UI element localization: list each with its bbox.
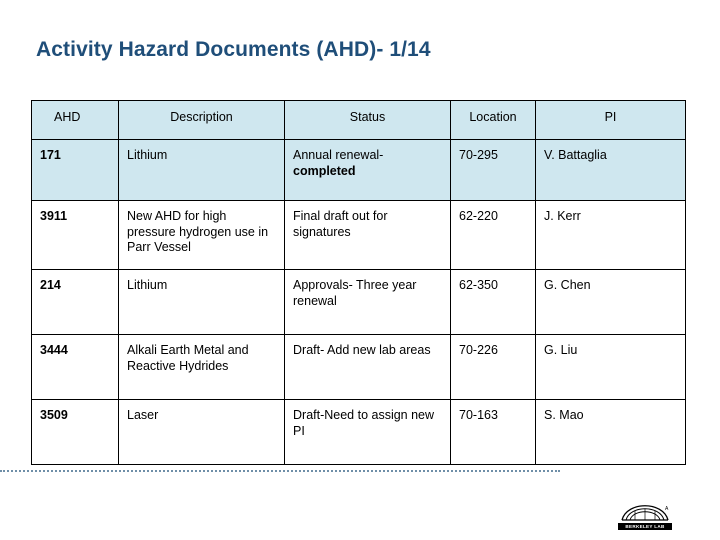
- cell-pi: G. Liu: [535, 334, 686, 400]
- column-header-ahd: AHD: [31, 100, 119, 140]
- cell-ahd: 214: [31, 269, 119, 335]
- slide: Activity Hazard Documents (AHD)- 1/14 AH…: [0, 0, 720, 540]
- page-title: Activity Hazard Documents (AHD)- 1/14: [36, 38, 431, 61]
- ahd-table: AHD Description Status Location PI 171 L…: [31, 100, 686, 465]
- cell-ahd: 3509: [31, 399, 119, 465]
- table-header: AHD Description Status Location PI: [31, 100, 686, 140]
- column-header-location: Location: [450, 100, 536, 140]
- table-row: 3444 Alkali Earth Metal and Reactive Hyd…: [31, 334, 686, 400]
- cell-ahd: 3444: [31, 334, 119, 400]
- logo-caption: BERKELEY LAB: [618, 523, 672, 530]
- cell-ahd: 3911: [31, 200, 119, 270]
- cell-location: 62-220: [450, 200, 536, 270]
- footer-divider: [0, 470, 560, 472]
- cell-description: Lithium: [118, 269, 285, 335]
- column-header-status: Status: [284, 100, 451, 140]
- table-row: 214 Lithium Approvals- Three year renewa…: [31, 269, 686, 335]
- cell-description: New AHD for high pressure hydrogen use i…: [118, 200, 285, 270]
- table-row: 3509 Laser Draft-Need to assign new PI 7…: [31, 399, 686, 465]
- cell-pi: S. Mao: [535, 399, 686, 465]
- table-row: 3911 New AHD for high pressure hydrogen …: [31, 200, 686, 270]
- cell-status: Annual renewal-completed: [284, 139, 451, 201]
- cell-pi: V. Battaglia: [535, 139, 686, 201]
- cell-description: Alkali Earth Metal and Reactive Hydrides: [118, 334, 285, 400]
- table-header-row: AHD Description Status Location PI: [31, 100, 686, 140]
- table-body: 171 Lithium Annual renewal-completed 70-…: [31, 139, 686, 465]
- column-header-pi: PI: [535, 100, 686, 140]
- cell-status: Draft- Add new lab areas: [284, 334, 451, 400]
- cell-status: Draft-Need to assign new PI: [284, 399, 451, 465]
- status-text-emphasis: completed: [293, 163, 356, 178]
- status-text: Annual renewal-: [293, 148, 384, 162]
- cell-location: 70-226: [450, 334, 536, 400]
- cell-status: Final draft out for signatures: [284, 200, 451, 270]
- cell-status: Approvals- Three year renewal: [284, 269, 451, 335]
- cell-location: 70-163: [450, 399, 536, 465]
- ahd-table-container: AHD Description Status Location PI 171 L…: [31, 100, 686, 465]
- cell-location: 62-350: [450, 269, 536, 335]
- cell-ahd: 171: [31, 139, 119, 201]
- cell-location: 70-295: [450, 139, 536, 201]
- cell-description: Laser: [118, 399, 285, 465]
- cell-pi: J. Kerr: [535, 200, 686, 270]
- column-header-description: Description: [118, 100, 285, 140]
- cell-description: Lithium: [118, 139, 285, 201]
- table-row: 171 Lithium Annual renewal-completed 70-…: [31, 139, 686, 201]
- cell-pi: G. Chen: [535, 269, 686, 335]
